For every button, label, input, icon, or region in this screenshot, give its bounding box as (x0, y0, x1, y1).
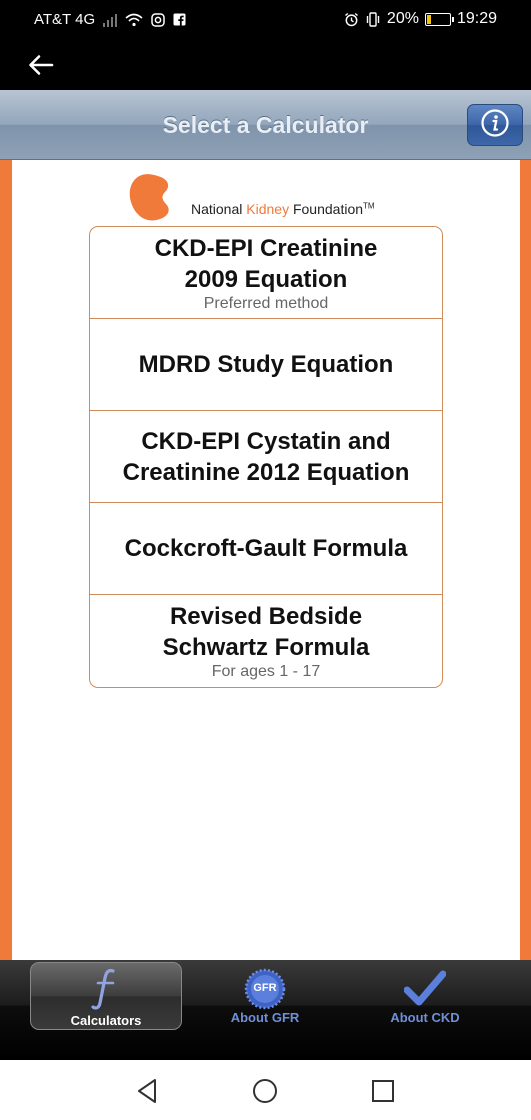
battery-fill (426, 14, 431, 24)
carrier-label: AT&T 4G (34, 11, 96, 28)
calculator-list: CKD-EPI Creatinine 2009 Equation Preferr… (89, 226, 443, 688)
wifi-icon (125, 13, 143, 27)
signal-bars-icon (103, 13, 118, 27)
system-nav-bar (0, 1060, 531, 1120)
status-bar: AT&T 4G 20% 19:29 (0, 0, 531, 40)
tab-label: About GFR (230, 1010, 300, 1025)
info-button[interactable] (467, 104, 523, 146)
info-icon (480, 108, 510, 143)
kidney-icon (127, 172, 181, 229)
app-frame: Select a Calculator National Kidney Foun… (0, 90, 531, 960)
calculator-item-bedside-schwartz[interactable]: Revised Bedside Schwartz Formula For age… (90, 595, 442, 687)
vibrate-icon (365, 11, 381, 27)
calculator-title: MDRD Study Equation (138, 351, 394, 378)
clock: 19:29 (456, 10, 497, 27)
logo-text-foundation: Foundation (289, 201, 364, 217)
tab-about-gfr[interactable]: GFR About GFR (210, 960, 320, 1060)
back-arrow-icon[interactable] (24, 50, 58, 80)
nav-home-icon[interactable] (251, 1077, 279, 1105)
action-bar (0, 40, 531, 90)
logo-trademark: TM (363, 201, 375, 211)
tab-bar: Calculators GFR About GFR About CKD (0, 960, 531, 1060)
function-icon (91, 967, 121, 1016)
tab-calculators[interactable]: Calculators (30, 962, 182, 1030)
calculator-title: CKD-EPI Creatinine 2009 Equation (154, 234, 378, 293)
nav-back-icon[interactable] (133, 1077, 161, 1105)
facebook-icon (173, 13, 186, 26)
calculator-title: Cockcroft-Gault Formula (124, 535, 408, 562)
calculator-title: CKD-EPI Cystatin and Creatinine 2012 Equ… (122, 427, 410, 486)
calculator-subtitle: Preferred method (203, 294, 329, 312)
gfr-badge-text: GFR (253, 982, 277, 994)
alarm-icon (344, 12, 359, 27)
tab-label: Calculators (70, 1013, 142, 1028)
calculator-title: Revised Bedside Schwartz Formula (162, 603, 370, 661)
tab-label: About CKD (390, 1010, 460, 1025)
checkmark-icon (403, 970, 447, 1013)
nav-header: Select a Calculator (0, 90, 531, 160)
battery-percent: 20% (386, 10, 419, 27)
calculator-subtitle: For ages 1 - 17 (211, 663, 321, 680)
logo-text-national: National (191, 201, 247, 217)
calculator-item-cockcroft-gault[interactable]: Cockcroft-Gault Formula (90, 503, 442, 595)
instagram-icon (151, 12, 165, 27)
calculator-item-ckd-epi-creatinine[interactable]: CKD-EPI Creatinine 2009 Equation Preferr… (90, 227, 442, 319)
nav-recents-icon[interactable] (369, 1077, 397, 1105)
status-left: AT&T 4G (34, 11, 186, 28)
content-area: National Kidney FoundationTM CKD-EPI Cre… (12, 160, 520, 960)
logo-text: National Kidney FoundationTM (191, 201, 375, 217)
logo-text-kidney: Kidney (246, 201, 290, 217)
calculator-item-ckd-epi-cystatin[interactable]: CKD-EPI Cystatin and Creatinine 2012 Equ… (90, 411, 442, 503)
page-title: Select a Calculator (162, 112, 369, 138)
calculator-item-mdrd[interactable]: MDRD Study Equation (90, 319, 442, 411)
status-right: 20% 19:29 (344, 10, 497, 28)
battery-icon (424, 12, 454, 26)
nkf-logo: National Kidney FoundationTM (127, 170, 375, 230)
tab-about-ckd[interactable]: About CKD (365, 960, 485, 1060)
